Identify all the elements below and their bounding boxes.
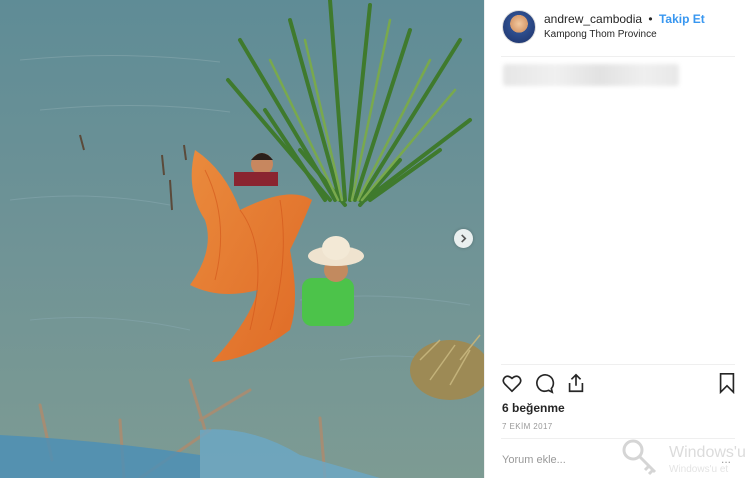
username-link[interactable]: andrew_cambodia <box>544 12 642 26</box>
like-count[interactable]: 6 beğenme <box>502 401 565 415</box>
key-icon <box>622 439 657 476</box>
post-header: andrew_cambodia • Takip Et <box>544 12 705 26</box>
share-icon[interactable] <box>565 372 587 394</box>
post-date: 7 EKİM 2017 <box>502 422 553 431</box>
watermark-title: Windows'u <box>669 444 746 461</box>
actions-divider <box>501 364 735 365</box>
action-bar <box>501 372 737 396</box>
chevron-right-icon <box>461 234 467 243</box>
bookmark-icon[interactable] <box>717 372 737 394</box>
windows-activation-watermark: Windows'u Windows'u et <box>621 438 750 478</box>
river-fishing-scene <box>0 0 484 478</box>
location-link[interactable]: Kampong Thom Province <box>544 29 657 40</box>
avatar[interactable] <box>502 10 536 44</box>
watermark-subtitle: Windows'u et <box>669 464 729 475</box>
post-sidebar: andrew_cambodia • Takip Et Kampong Thom … <box>484 0 750 478</box>
header-divider <box>501 56 735 57</box>
comment-input[interactable]: Yorum ekle... <box>502 454 566 466</box>
heart-icon[interactable] <box>501 372 523 394</box>
comment-icon[interactable] <box>533 372 555 394</box>
blurred-caption <box>503 64 679 86</box>
post-photo[interactable] <box>0 0 484 478</box>
follow-button[interactable]: Takip Et <box>659 12 705 26</box>
separator-dot: • <box>648 12 653 26</box>
next-photo-button[interactable] <box>454 229 473 248</box>
